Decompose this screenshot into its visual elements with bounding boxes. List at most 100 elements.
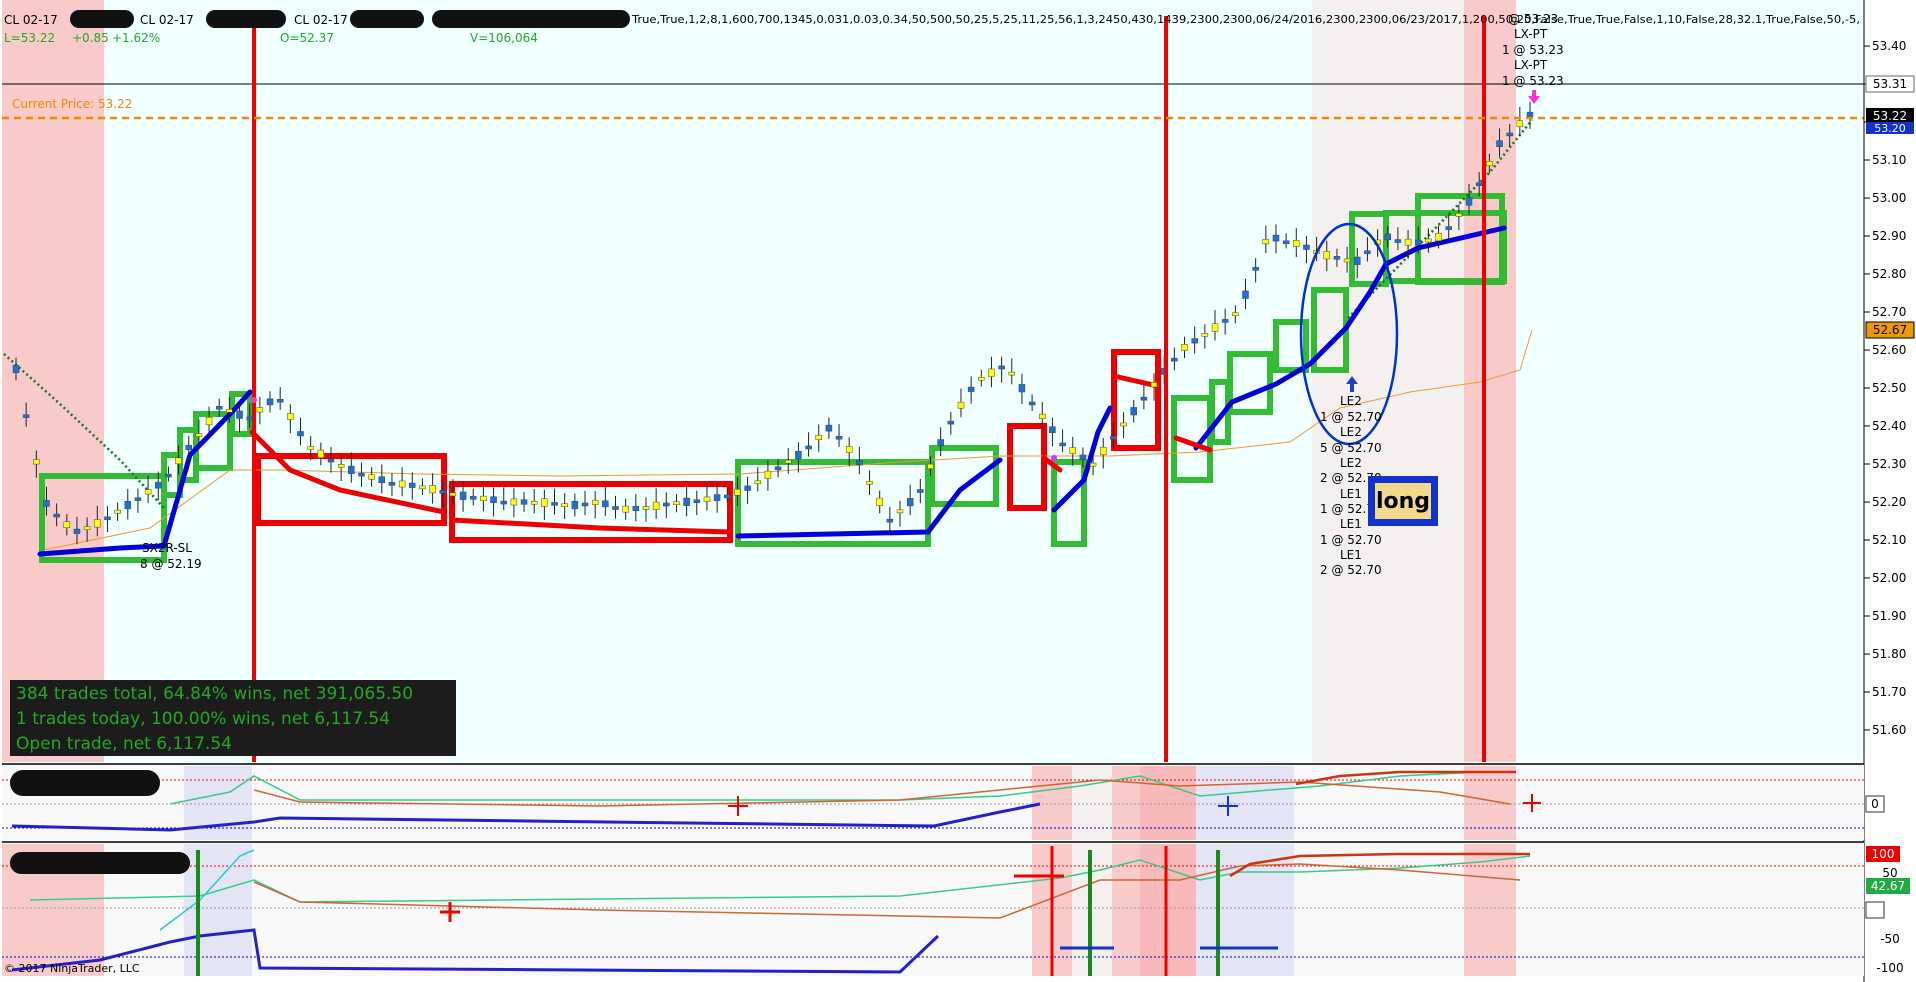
price-tick-label: 52.60 xyxy=(1872,343,1906,357)
candle-body xyxy=(866,480,873,485)
candle-body xyxy=(632,505,640,512)
indicator-panel-1: 0 xyxy=(2,763,1885,840)
entry-label: LE1 xyxy=(1340,517,1362,531)
candle-body xyxy=(419,485,426,490)
candle-body xyxy=(541,498,548,507)
candle-body xyxy=(1262,239,1270,245)
candle-body xyxy=(967,386,975,392)
candle-body xyxy=(1211,323,1219,332)
candle-body xyxy=(1120,422,1127,427)
price-tick-label: 51.90 xyxy=(1872,609,1906,623)
exit-label: LX-PT xyxy=(1514,58,1548,72)
candle-body xyxy=(703,496,711,502)
long-badge-text: long xyxy=(1376,489,1430,514)
instrument-label-1: CL 02-17 xyxy=(4,13,58,27)
candle-body xyxy=(114,509,121,514)
sx2r-qty: 8 @ 52.19 xyxy=(140,557,202,571)
candle-body xyxy=(409,482,416,488)
price-tick-label: 52.80 xyxy=(1872,267,1906,281)
redaction-blob xyxy=(432,10,630,28)
candle-body xyxy=(1201,333,1209,337)
change-pct-label: +1.62% xyxy=(112,31,160,45)
candle-body xyxy=(591,499,599,505)
panel-background xyxy=(2,0,1864,762)
candle-body xyxy=(1110,435,1117,440)
candle-body xyxy=(612,506,619,510)
stats-line-2: 1 trades today, 100.00% wins, net 6,117.… xyxy=(16,709,390,729)
candle-body xyxy=(947,420,955,425)
stats-line-1: 384 trades total, 64.84% wins, net 391,0… xyxy=(16,684,413,704)
price-tick-label: 53.10 xyxy=(1872,153,1906,167)
candle-body xyxy=(561,503,568,507)
candle-body xyxy=(226,408,233,413)
candle-body xyxy=(876,497,883,506)
candle-body xyxy=(815,434,822,440)
entry-label: LE1 xyxy=(1340,548,1362,562)
candle-body xyxy=(124,501,132,510)
candle-body xyxy=(1425,238,1432,243)
candle-body xyxy=(1089,462,1097,467)
price-tick-label: 52.10 xyxy=(1872,533,1906,547)
candle-body xyxy=(602,500,609,508)
candle-body xyxy=(957,401,965,409)
entry-label: LE1 xyxy=(1340,487,1362,501)
panel1-axis-label: 0 xyxy=(1871,797,1879,811)
redaction-blob xyxy=(10,852,190,874)
exit-label: 1 @ 53.23 xyxy=(1502,43,1564,57)
candle-body xyxy=(713,494,721,501)
candle-body xyxy=(1506,132,1513,137)
candle-body xyxy=(43,500,50,507)
candle-body xyxy=(1069,447,1077,454)
candle-body xyxy=(774,466,782,471)
candle-body xyxy=(1414,239,1422,245)
candle-body xyxy=(673,501,680,505)
candle-body xyxy=(581,502,589,507)
candle-body xyxy=(622,505,629,513)
candle-body xyxy=(845,446,853,453)
price-tick-label: 53.00 xyxy=(1872,191,1906,205)
candle-body xyxy=(195,433,203,437)
candle-body xyxy=(917,489,924,493)
candle-body xyxy=(337,464,345,468)
session-shade-gray xyxy=(1312,0,1464,762)
entry-label: LE2 xyxy=(1340,456,1362,470)
instrument-label-3: CL 02-17 xyxy=(294,13,348,27)
candle-body xyxy=(1394,239,1402,243)
candle-body xyxy=(988,368,995,377)
candle-body xyxy=(327,458,335,463)
candle-body xyxy=(490,496,497,504)
candle-body xyxy=(1404,238,1412,246)
axis-marker-53-31-text: 53.31 xyxy=(1873,77,1907,91)
candle-body xyxy=(94,519,101,528)
candle-body xyxy=(856,460,863,466)
candle-body xyxy=(795,450,802,460)
candle-body xyxy=(266,398,274,406)
entry-label: LE2 xyxy=(1340,394,1362,408)
candle-body xyxy=(1242,290,1249,299)
axis-marker-53-20-text: 53.20 xyxy=(1874,122,1906,135)
candle-body xyxy=(63,521,71,528)
exit-label: LX-PT xyxy=(1514,27,1548,41)
candle-body xyxy=(1323,251,1331,260)
panel2-marker-top: 100 xyxy=(1872,847,1895,861)
candle-body xyxy=(1049,426,1056,433)
candle-body xyxy=(734,488,741,496)
candle-body xyxy=(398,480,406,488)
price-tick-label: 51.70 xyxy=(1872,685,1906,699)
stats-box: 384 trades total, 64.84% wins, net 391,0… xyxy=(10,680,456,756)
last-price-label: L=53.22 xyxy=(4,31,55,45)
candle-body xyxy=(1384,233,1391,241)
candle-body xyxy=(368,474,375,480)
candle-body xyxy=(927,463,934,469)
change-label: +0.85 xyxy=(72,31,109,45)
candle-body xyxy=(663,502,670,507)
candle-body xyxy=(530,500,538,505)
signal-dot xyxy=(251,397,257,403)
candle-body xyxy=(1364,250,1371,255)
price-axis: 53.4053.3053.2053.1053.0052.9052.8052.70… xyxy=(1863,0,1916,982)
candle-body xyxy=(205,416,213,426)
candle-body xyxy=(998,365,1005,370)
redaction-blob xyxy=(70,10,134,28)
candle-body xyxy=(1008,371,1016,376)
copyright: © 2017 NinjaTrader, LLC xyxy=(4,962,140,975)
